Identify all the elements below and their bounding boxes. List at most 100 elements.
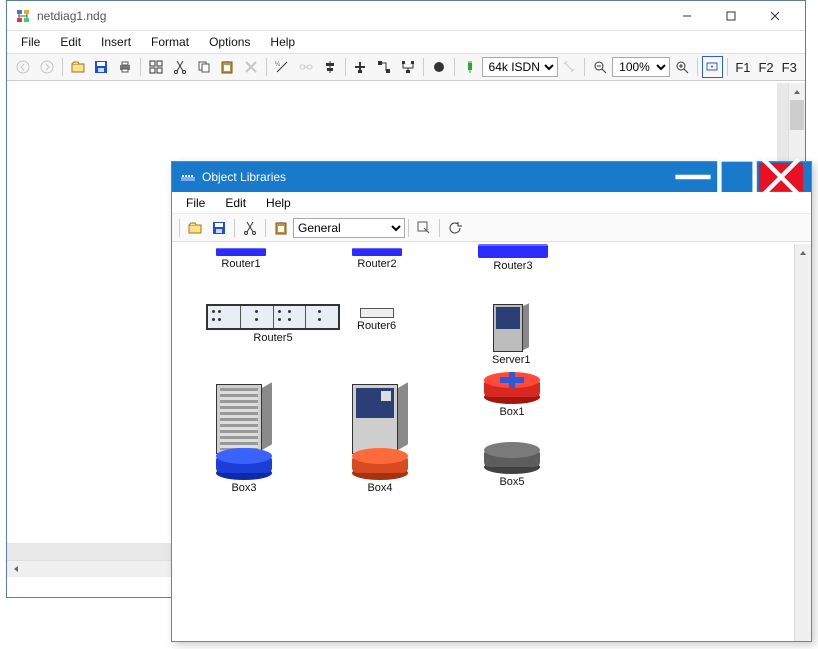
child-menu-edit[interactable]: Edit [215, 193, 256, 213]
toolbar-sep [454, 58, 455, 76]
f2-label[interactable]: F2 [754, 60, 777, 75]
lib-item-label: Router3 [493, 260, 532, 272]
library-body[interactable]: Router1 Router2 Router3 Router5 Router6 [172, 244, 794, 641]
toolbar-sep [234, 219, 235, 237]
app-icon [15, 8, 31, 24]
f1-label[interactable]: F1 [731, 60, 754, 75]
link-speed-select[interactable]: 64k ISDN [482, 57, 558, 77]
paste-button[interactable] [216, 56, 238, 78]
open-button[interactable] [67, 56, 89, 78]
copy-button[interactable] [193, 56, 215, 78]
scroll-up-icon[interactable] [789, 83, 805, 100]
minimize-button[interactable] [665, 2, 709, 30]
lib-item-label: Router1 [221, 258, 260, 270]
toolbar-sep [140, 58, 141, 76]
child-scrollbar[interactable] [794, 244, 811, 641]
link-icon[interactable] [295, 56, 317, 78]
svg-text:¼: ¼ [275, 62, 281, 68]
plug-icon[interactable] [459, 56, 481, 78]
connect-icon[interactable] [373, 56, 395, 78]
network-icon[interactable] [397, 56, 419, 78]
close-button[interactable] [753, 2, 797, 30]
main-title: netdiag1.ndg [37, 9, 665, 23]
category-select[interactable]: General [293, 218, 405, 238]
lib-item-label: Router6 [357, 320, 396, 332]
menu-insert[interactable]: Insert [91, 32, 141, 52]
screen-icon[interactable] [702, 56, 724, 78]
child-minimize-button[interactable] [671, 163, 715, 191]
cut-button[interactable] [169, 56, 191, 78]
lib-item-router1[interactable]: Router1 [216, 248, 266, 270]
lib-item-label: Server1 [492, 354, 531, 366]
toolbar-sep [62, 58, 63, 76]
delete-button[interactable] [240, 56, 262, 78]
lib-item-router6[interactable]: Router6 [357, 308, 396, 332]
router-icon [360, 308, 394, 318]
lib-item-label: Router2 [357, 258, 396, 270]
scroll-thumb[interactable] [790, 100, 804, 130]
toolbar-sep [179, 219, 180, 237]
main-titlebar[interactable]: netdiag1.ndg [7, 1, 805, 31]
zoom-in-icon[interactable] [671, 56, 693, 78]
child-menu-file[interactable]: File [176, 193, 215, 213]
toolbar-sep [265, 219, 266, 237]
child-titlebar[interactable]: Object Libraries [172, 162, 811, 192]
menu-format[interactable]: Format [141, 32, 199, 52]
cut-lib-button[interactable] [239, 217, 261, 239]
add-node-icon[interactable] [350, 56, 372, 78]
fraction-icon[interactable]: ¼ [271, 56, 293, 78]
refresh-icon[interactable] [444, 217, 466, 239]
toolbar-sep [266, 58, 267, 76]
zoom-out-icon[interactable] [589, 56, 611, 78]
server-icon [493, 304, 529, 352]
toolbar-sep [345, 58, 346, 76]
scroll-up-icon[interactable] [795, 244, 811, 261]
zoom-select[interactable]: 100% [612, 57, 670, 77]
nav-back-button[interactable] [12, 56, 34, 78]
lib-item-router5[interactable]: Router5 [206, 304, 340, 344]
child-menu-help[interactable]: Help [256, 193, 301, 213]
tile-icon[interactable] [145, 56, 167, 78]
menu-options[interactable]: Options [199, 32, 260, 52]
save-button[interactable] [90, 56, 112, 78]
open-lib-button[interactable] [184, 217, 206, 239]
nav-forward-button[interactable] [36, 56, 58, 78]
lib-item-box1[interactable]: Box1 [484, 372, 540, 418]
save-lib-button[interactable] [208, 217, 230, 239]
main-menubar: File Edit Insert Format Options Help [7, 31, 805, 53]
child-toolbar: General [172, 214, 811, 242]
menu-file[interactable]: File [11, 32, 50, 52]
library-icon [180, 169, 196, 185]
rack-icon [206, 304, 340, 330]
lib-item-server1[interactable]: Server1 [492, 304, 531, 366]
main-toolbar: ¼ 64k ISDN 100% F1 F2 F3 [7, 53, 805, 81]
lib-item-box5[interactable]: Box5 [484, 442, 540, 488]
child-title: Object Libraries [202, 170, 671, 184]
lib-item-router2[interactable]: Router2 [352, 248, 402, 270]
child-close-button[interactable] [759, 163, 803, 191]
computer-icon [216, 384, 272, 454]
lib-item-box4[interactable]: Box4 [352, 384, 408, 494]
toolbar-sep [727, 58, 728, 76]
maximize-button[interactable] [709, 2, 753, 30]
edit-shape-icon[interactable] [413, 217, 435, 239]
lib-item-box3[interactable]: Box3 [216, 384, 272, 494]
router-icon [478, 244, 548, 258]
lib-item-label: Box1 [499, 406, 524, 418]
lib-item-router3[interactable]: Router3 [478, 244, 548, 272]
menu-edit[interactable]: Edit [50, 32, 91, 52]
record-icon[interactable] [428, 56, 450, 78]
cylinder-icon [216, 448, 272, 480]
toolbar-sep [584, 58, 585, 76]
cut-link-icon[interactable] [559, 56, 581, 78]
cylinder-icon [352, 448, 408, 480]
child-maximize-button[interactable] [715, 163, 759, 191]
align-center-icon[interactable] [319, 56, 341, 78]
f3-label[interactable]: F3 [778, 60, 801, 75]
scroll-left-icon[interactable] [7, 561, 24, 577]
print-button[interactable] [114, 56, 136, 78]
toolbar-sep [423, 58, 424, 76]
paste-lib-button[interactable] [270, 217, 292, 239]
toolbar-sep [439, 219, 440, 237]
menu-help[interactable]: Help [260, 32, 305, 52]
